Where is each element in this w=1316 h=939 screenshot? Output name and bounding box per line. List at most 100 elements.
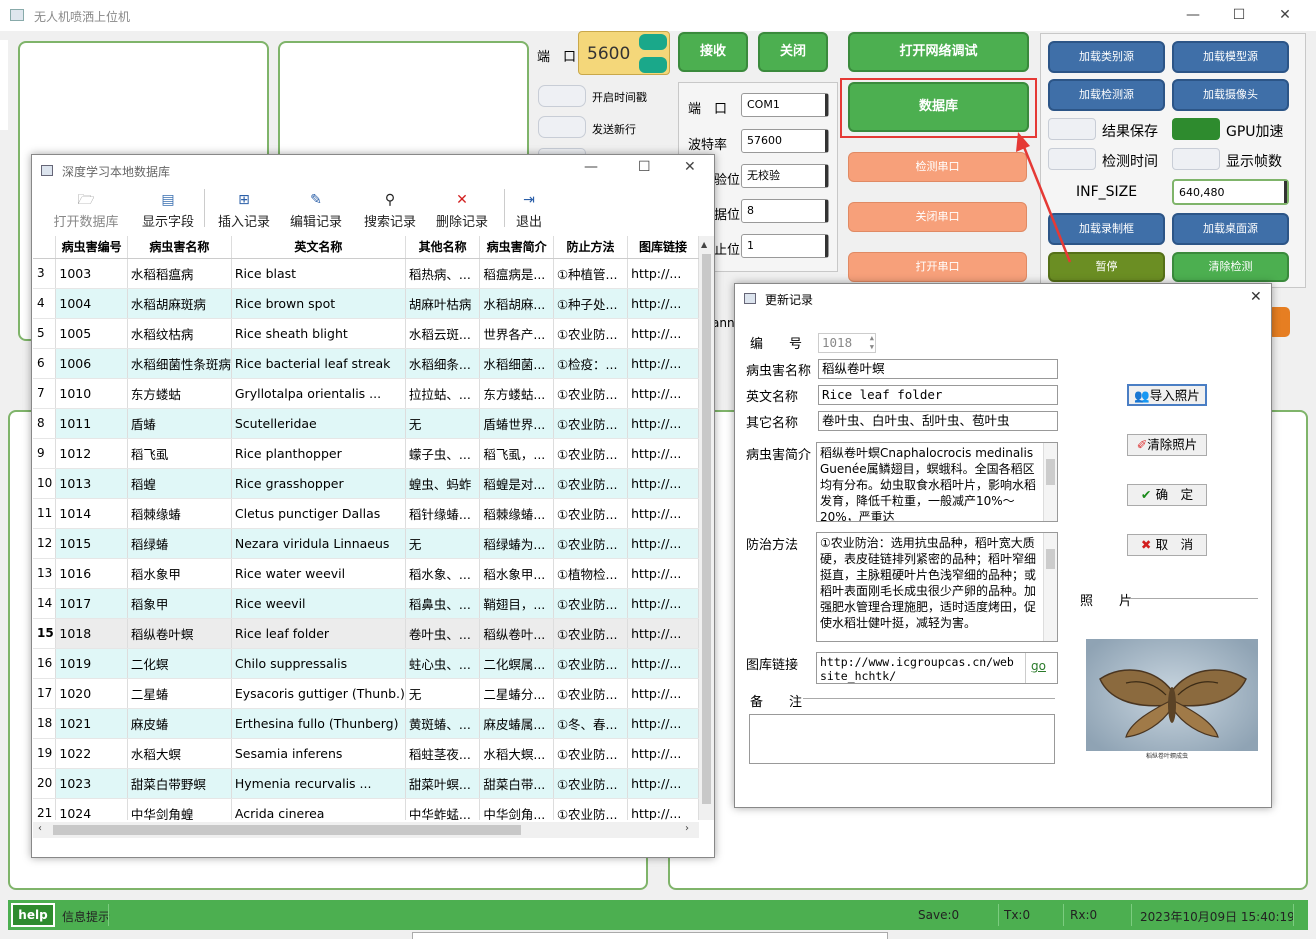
open-net-debug-button[interactable]: 打开网络调试: [848, 32, 1029, 72]
table-cell[interactable]: Rice leaf folder: [231, 618, 406, 649]
table-cell[interactable]: 卷叶虫、...: [405, 618, 481, 649]
table-cell[interactable]: http://...: [627, 258, 699, 289]
table-cell[interactable]: Gryllotalpa orientalis ...: [231, 378, 406, 409]
table-cell[interactable]: 稻水象、...: [405, 558, 481, 589]
id-spinbox[interactable]: 1018 ▲ ▼: [818, 333, 876, 353]
column-header[interactable]: 病虫害名称: [127, 236, 232, 259]
column-header[interactable]: 其他名称: [405, 236, 481, 259]
table-cell[interactable]: ①农业防...: [553, 438, 629, 469]
open-db-button[interactable]: 🗁 打开数据库: [48, 185, 124, 230]
table-cell[interactable]: 水稻细菌性条斑病: [127, 348, 232, 379]
table-cell[interactable]: 麻皮蝽: [127, 708, 232, 739]
table-cell[interactable]: ①农业防...: [553, 768, 629, 799]
table-cell[interactable]: 盾蝽世界...: [479, 408, 554, 439]
table-cell[interactable]: 甜菜白带...: [479, 768, 554, 799]
table-cell[interactable]: http://...: [627, 348, 699, 379]
close-window-button[interactable]: ✕: [1262, 4, 1308, 26]
table-cell[interactable]: 稻纵卷叶螟: [127, 618, 232, 649]
table-cell[interactable]: Scutelleridae: [231, 408, 406, 439]
table-cell[interactable]: http://...: [627, 618, 699, 649]
table-cell[interactable]: http://...: [627, 798, 699, 820]
table-cell[interactable]: 1012: [55, 438, 128, 469]
table-cell[interactable]: 1010: [55, 378, 128, 409]
table-cell[interactable]: Hymenia recurvalis ...: [231, 768, 406, 799]
table-cell[interactable]: 无: [405, 528, 481, 559]
table-cell[interactable]: 1006: [55, 348, 128, 379]
english-name-field[interactable]: Rice leaf folder: [818, 385, 1058, 405]
newline-toggle[interactable]: [538, 116, 586, 138]
insert-record-button[interactable]: ⊞ 插入记录: [212, 185, 276, 230]
other-name-field[interactable]: 卷叶虫、白叶虫、刮叶虫、苞叶虫: [818, 411, 1058, 431]
table-cell[interactable]: 稻水象甲: [127, 558, 232, 589]
table-cell[interactable]: 蝗虫、蚂蚱: [405, 468, 481, 499]
table-cell[interactable]: 无: [405, 408, 481, 439]
table-cell[interactable]: http://...: [627, 678, 699, 709]
table-cell[interactable]: 1020: [55, 678, 128, 709]
vscroll-thumb[interactable]: [702, 254, 711, 804]
db-table-view[interactable]: 病虫害编号 病虫害名称 英文名称 其他名称 病虫害简介 防止方法 图库链接 31…: [33, 236, 699, 820]
name-field[interactable]: 稻纵卷叶螟: [818, 359, 1058, 379]
table-cell[interactable]: 水稻云斑...: [405, 318, 481, 349]
table-row[interactable]: 20 1023 甜菜白带野螟 Hymenia recurvalis ... 甜菜叶螟..…: [33, 768, 699, 799]
table-cell[interactable]: 甜菜叶螟...: [405, 768, 481, 799]
table-cell[interactable]: http://...: [627, 588, 699, 619]
table-cell[interactable]: 麻皮蝽属...: [479, 708, 554, 739]
table-row[interactable]: 14 1017 稻象甲 Rice weevil 稻鼻虫、... 鞘翅目，... ①农业防..…: [33, 588, 699, 619]
table-cell[interactable]: ①农业防...: [553, 798, 629, 820]
table-cell[interactable]: Rice grasshopper: [231, 468, 406, 499]
table-cell[interactable]: 稻棘缘蝽...: [479, 498, 554, 529]
table-cell[interactable]: http://...: [627, 738, 699, 769]
serial-port-combo[interactable]: COM1: [741, 93, 829, 117]
intro-scrollbar[interactable]: [1043, 443, 1057, 521]
show-fps-toggle[interactable]: [1172, 148, 1220, 170]
hscroll-thumb[interactable]: [53, 825, 521, 835]
table-cell[interactable]: ①农业防...: [553, 738, 629, 769]
table-cell[interactable]: 1011: [55, 408, 128, 439]
databits-combo[interactable]: 8: [741, 199, 829, 223]
table-cell[interactable]: 水稻纹枯病: [127, 318, 232, 349]
table-cell[interactable]: 1017: [55, 588, 128, 619]
table-cell[interactable]: 中华剑角蝗: [127, 798, 232, 820]
scroll-left-arrow[interactable]: ‹: [38, 823, 42, 834]
table-cell[interactable]: 稻热病、...: [405, 258, 481, 289]
db-horizontal-scrollbar[interactable]: ‹ ›: [33, 822, 699, 838]
table-cell[interactable]: 稻绿蝽为...: [479, 528, 554, 559]
parity-combo[interactable]: 无校验: [741, 164, 829, 188]
table-cell[interactable]: 中华蚱蜢...: [405, 798, 481, 820]
table-cell[interactable]: http://...: [627, 408, 699, 439]
go-link[interactable]: go: [1031, 659, 1046, 673]
table-cell[interactable]: 1018: [55, 618, 128, 649]
close-button[interactable]: 关闭: [758, 32, 828, 72]
detect-serial-button[interactable]: 检测串口: [848, 152, 1027, 182]
database-button[interactable]: 数据库: [848, 82, 1029, 132]
table-cell[interactable]: http://...: [627, 498, 699, 529]
table-cell[interactable]: 1013: [55, 468, 128, 499]
table-cell[interactable]: 1004: [55, 288, 128, 319]
table-cell[interactable]: Cletus punctiger Dallas: [231, 498, 406, 529]
table-row[interactable]: 19 1022 水稻大螟 Sesamia inferens 稻蛀茎夜... 水稻大螟...…: [33, 738, 699, 769]
table-cell[interactable]: Rice bacterial leaf streak: [231, 348, 406, 379]
table-cell[interactable]: 水稻细菌...: [479, 348, 554, 379]
clear-detect-button[interactable]: 清除检测: [1172, 252, 1289, 282]
table-cell[interactable]: http://...: [627, 378, 699, 409]
edit-record-button[interactable]: ✎ 编辑记录: [284, 185, 348, 230]
table-cell[interactable]: 甜菜白带野螟: [127, 768, 232, 799]
baud-combo[interactable]: 57600: [741, 129, 829, 153]
table-cell[interactable]: 鞘翅目，...: [479, 588, 554, 619]
table-cell[interactable]: 稻纵卷叶...: [479, 618, 554, 649]
table-cell[interactable]: 稻水象甲...: [479, 558, 554, 589]
table-cell[interactable]: http://...: [627, 558, 699, 589]
clear-photo-button[interactable]: ✐清除照片: [1127, 434, 1207, 456]
table-cell[interactable]: http://...: [627, 528, 699, 559]
maximize-button[interactable]: ☐: [1216, 4, 1262, 26]
stopbits-combo[interactable]: 1: [741, 234, 829, 258]
table-cell[interactable]: 二星蝽: [127, 678, 232, 709]
scroll-up-arrow[interactable]: ▲: [701, 240, 707, 249]
table-cell[interactable]: Erthesina fullo (Thunberg): [231, 708, 406, 739]
column-header[interactable]: 防止方法: [553, 236, 629, 259]
table-cell[interactable]: 1016: [55, 558, 128, 589]
note-textarea[interactable]: [749, 714, 1055, 764]
close-serial-button[interactable]: 关闭串口: [848, 202, 1027, 232]
table-cell[interactable]: 蠓子虫、...: [405, 438, 481, 469]
db-maximize-button[interactable]: ☐: [638, 159, 651, 175]
